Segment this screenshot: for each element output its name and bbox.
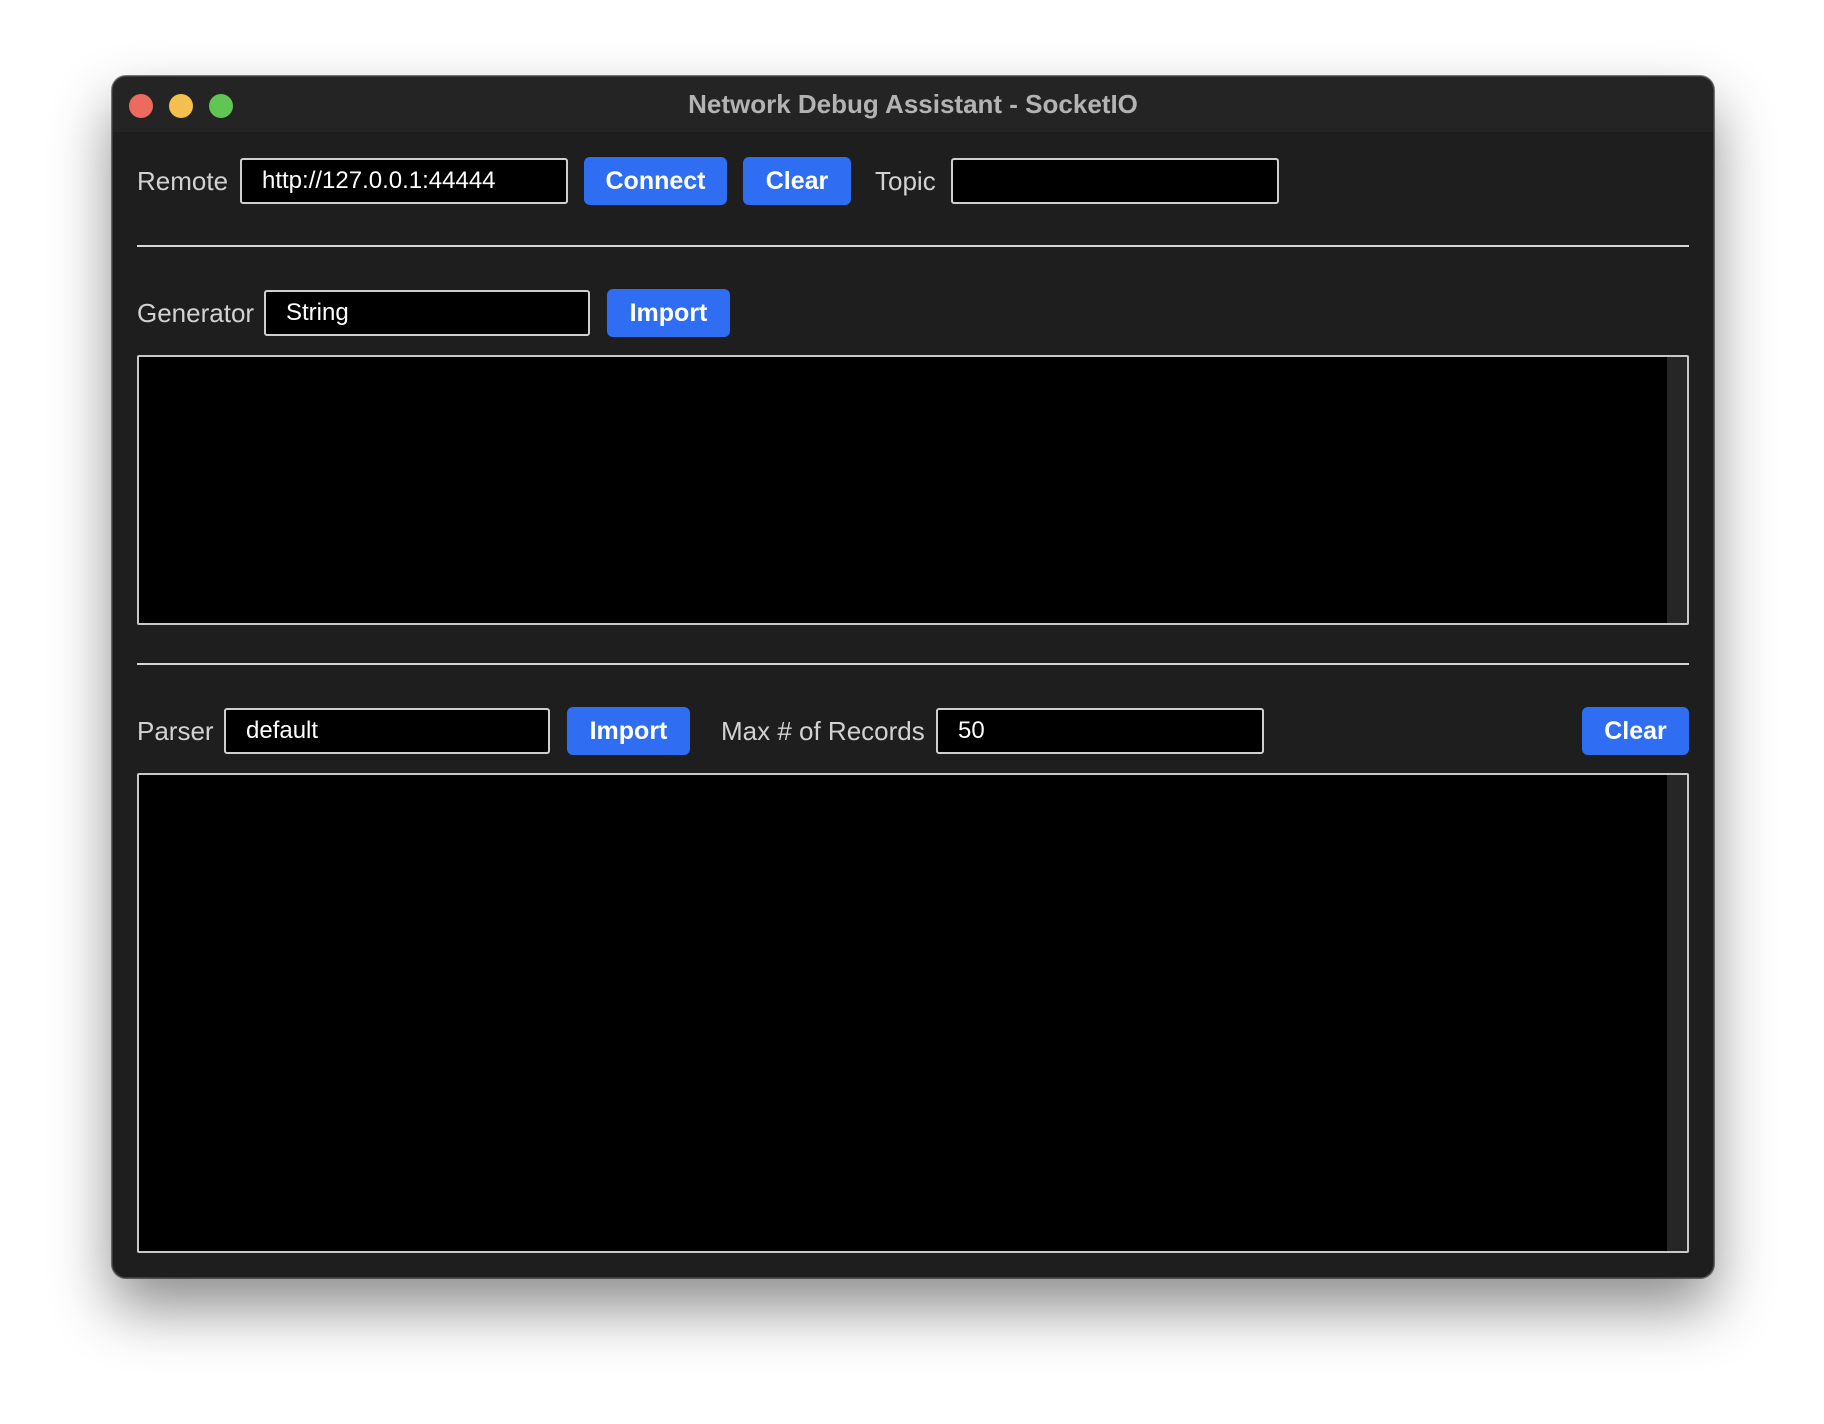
generator-import-button[interactable]: Import [607,289,730,337]
remote-url-input[interactable] [240,158,568,204]
divider-middle [137,663,1689,665]
parser-import-button[interactable]: Import [567,707,690,755]
parser-label: Parser [137,716,214,746]
max-records-label: Max # of Records [721,716,925,746]
topic-label: Topic [875,166,936,196]
connect-button[interactable]: Connect [584,157,727,205]
clear-connection-button[interactable]: Clear [743,157,851,205]
generator-input[interactable] [264,290,590,336]
topic-input[interactable] [951,158,1279,204]
divider-top [137,245,1689,247]
parser-input[interactable] [224,708,550,754]
parser-output-textarea[interactable] [137,773,1689,1253]
generator-textarea[interactable] [137,355,1689,625]
remote-label: Remote [137,166,229,196]
title-bar: Network Debug Assistant - SocketIO [113,77,1713,132]
max-records-input[interactable] [936,708,1264,754]
app-window: Network Debug Assistant - SocketIO Remot… [112,76,1714,1278]
clear-records-button[interactable]: Clear [1582,707,1689,755]
parser-scrollbar[interactable] [1667,775,1687,1251]
generator-scrollbar[interactable] [1667,357,1687,623]
generator-label: Generator [137,298,255,328]
window-title: Network Debug Assistant - SocketIO [688,89,1138,119]
